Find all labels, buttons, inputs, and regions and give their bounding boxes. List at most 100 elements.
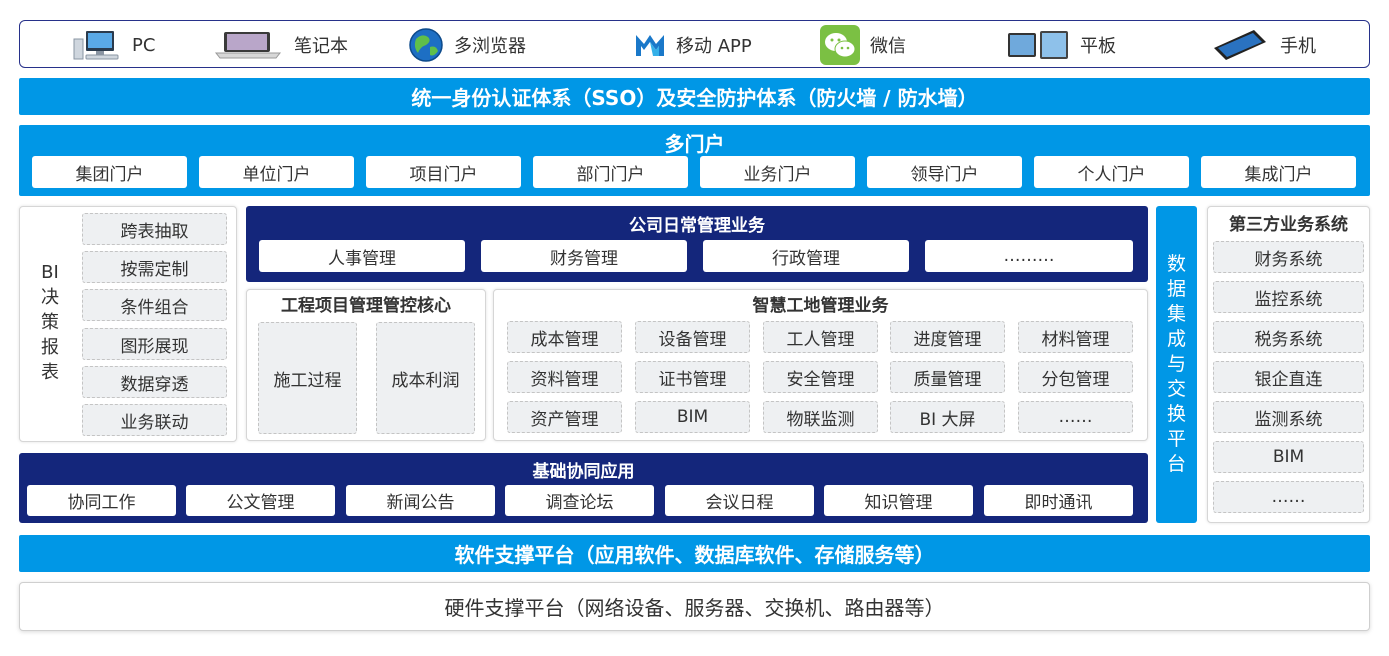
bi-title: BI 决 策 报 表 bbox=[28, 257, 72, 387]
bi-item: 数据穿透 bbox=[82, 366, 227, 398]
basic-collaboration-title: 基础协同应用 bbox=[532, 462, 635, 482]
smart-site-item: 成本管理 bbox=[507, 321, 622, 353]
smart-site-item: 质量管理 bbox=[890, 361, 1005, 393]
smart-site-title: 智慧工地管理业务 bbox=[752, 296, 889, 316]
device-label: 平板 bbox=[1080, 36, 1116, 57]
portal-item: 集团门户 bbox=[32, 156, 187, 188]
data-exchange-char: 数 bbox=[1166, 253, 1186, 275]
device-mobile-app: 移动 APP bbox=[634, 21, 752, 69]
portal-item: 业务门户 bbox=[700, 156, 855, 188]
device-label: 微信 bbox=[870, 36, 906, 57]
data-exchange-char: 台 bbox=[1166, 453, 1186, 475]
smart-site-item: 资料管理 bbox=[507, 361, 622, 393]
bi-title-char: BI bbox=[41, 261, 59, 283]
sso-security-bar: 统一身份认证体系（SSO）及安全防护体系（防火墙 / 防水墙） bbox=[19, 78, 1370, 115]
bi-item: 条件组合 bbox=[82, 289, 227, 321]
bi-title-char: 决 bbox=[41, 286, 59, 308]
bi-title-char: 表 bbox=[41, 361, 59, 383]
bi-report-panel: BI 决 策 报 表 跨表抽取 按需定制 条件组合 图形展现 数据穿透 业务联动 bbox=[19, 206, 237, 442]
device-wechat: 微信 bbox=[820, 21, 906, 69]
device-label: 移动 APP bbox=[676, 36, 752, 57]
device-label: 手机 bbox=[1280, 36, 1316, 57]
data-exchange-char: 成 bbox=[1166, 328, 1186, 350]
smart-site-item: 证书管理 bbox=[635, 361, 750, 393]
portal-item: 集成门户 bbox=[1201, 156, 1356, 188]
smart-site-item: BIM bbox=[635, 401, 750, 433]
hardware-platform-bar: 硬件支撑平台（网络设备、服务器、交换机、路由器等） bbox=[19, 582, 1370, 631]
portals-section: 多门户 集团门户 单位门户 项目门户 部门门户 业务门户 领导门户 个人门户 集… bbox=[19, 125, 1370, 196]
bi-title-char: 策 bbox=[41, 311, 59, 333]
wechat-icon bbox=[820, 25, 860, 65]
portal-item: 领导门户 bbox=[867, 156, 1022, 188]
portal-item: 部门门户 bbox=[533, 156, 688, 188]
portal-item: 单位门户 bbox=[199, 156, 354, 188]
laptop-icon bbox=[212, 30, 284, 60]
basic-item: 协同工作 bbox=[27, 485, 176, 516]
smartphone-icon bbox=[1210, 28, 1270, 62]
third-party-item: 财务系统 bbox=[1213, 241, 1364, 273]
tablet-icon bbox=[1006, 29, 1070, 61]
data-exchange-char: 交 bbox=[1166, 378, 1186, 400]
third-party-item: …… bbox=[1213, 481, 1364, 513]
device-label: 多浏览器 bbox=[454, 36, 526, 57]
smart-site-item: 分包管理 bbox=[1018, 361, 1133, 393]
software-platform-bar: 软件支撑平台（应用软件、数据库软件、存储服务等） bbox=[19, 535, 1370, 572]
daily-item: 行政管理 bbox=[703, 240, 909, 272]
smart-site-item: 资产管理 bbox=[507, 401, 622, 433]
third-party-item: 监控系统 bbox=[1213, 281, 1364, 313]
basic-collaboration-section: 基础协同应用 协同工作 公文管理 新闻公告 调查论坛 会议日程 知识管理 即时通… bbox=[19, 453, 1148, 523]
project-core-title: 工程项目管理管控核心 bbox=[281, 296, 451, 316]
third-party-item: 监测系统 bbox=[1213, 401, 1364, 433]
daily-management-section: 公司日常管理业务 人事管理 财务管理 行政管理 ……… bbox=[246, 206, 1148, 282]
project-item: 施工过程 bbox=[258, 322, 357, 434]
smart-site-item: 材料管理 bbox=[1018, 321, 1133, 353]
desktop-pc-icon bbox=[72, 29, 122, 61]
data-exchange-char: 集 bbox=[1166, 303, 1186, 325]
portal-item: 个人门户 bbox=[1034, 156, 1189, 188]
globe-browser-icon bbox=[408, 27, 444, 63]
bi-item: 图形展现 bbox=[82, 328, 227, 360]
project-core-panel: 工程项目管理管控核心 施工过程 成本利润 bbox=[246, 289, 486, 441]
bi-item: 按需定制 bbox=[82, 251, 227, 283]
data-exchange-char: 与 bbox=[1166, 353, 1186, 375]
device-label: 笔记本 bbox=[294, 36, 348, 57]
smart-site-panel: 智慧工地管理业务 成本管理 设备管理 工人管理 进度管理 材料管理 资料管理 证… bbox=[493, 289, 1148, 441]
daily-item: ……… bbox=[925, 240, 1133, 272]
portal-item: 项目门户 bbox=[366, 156, 521, 188]
basic-item: 即时通讯 bbox=[984, 485, 1133, 516]
basic-item: 会议日程 bbox=[665, 485, 814, 516]
device-laptop: 笔记本 bbox=[212, 21, 348, 69]
third-party-panel: 第三方业务系统 财务系统 监控系统 税务系统 银企直连 监测系统 BIM …… bbox=[1207, 206, 1370, 523]
third-party-item: BIM bbox=[1213, 441, 1364, 473]
mobile-app-logo-icon bbox=[634, 32, 666, 58]
smart-site-item: 安全管理 bbox=[763, 361, 878, 393]
smart-site-item: 进度管理 bbox=[890, 321, 1005, 353]
daily-management-title: 公司日常管理业务 bbox=[629, 216, 765, 236]
data-exchange-char: 平 bbox=[1166, 428, 1186, 450]
data-exchange-platform: 数 据 集 成 与 交 换 平 台 bbox=[1156, 206, 1197, 523]
basic-item: 新闻公告 bbox=[346, 485, 495, 516]
portals-title: 多门户 bbox=[664, 132, 725, 156]
basic-item: 公文管理 bbox=[186, 485, 335, 516]
bi-title-char: 报 bbox=[41, 336, 59, 358]
daily-item: 财务管理 bbox=[481, 240, 687, 272]
data-exchange-char: 换 bbox=[1166, 403, 1186, 425]
bi-item: 业务联动 bbox=[82, 404, 227, 436]
device-browser: 多浏览器 bbox=[408, 21, 526, 69]
daily-item: 人事管理 bbox=[259, 240, 465, 272]
device-tablet: 平板 bbox=[1006, 21, 1116, 69]
third-party-item: 银企直连 bbox=[1213, 361, 1364, 393]
project-item: 成本利润 bbox=[376, 322, 475, 434]
smart-site-item: 设备管理 bbox=[635, 321, 750, 353]
client-devices-bar: PC 笔记本 多浏览器 移动 APP 微信 平板 手机 bbox=[19, 20, 1370, 68]
device-label: PC bbox=[132, 34, 156, 56]
bi-item: 跨表抽取 bbox=[82, 213, 227, 245]
third-party-item: 税务系统 bbox=[1213, 321, 1364, 353]
data-exchange-char: 据 bbox=[1166, 278, 1186, 300]
smart-site-item: 工人管理 bbox=[763, 321, 878, 353]
basic-item: 调查论坛 bbox=[505, 485, 654, 516]
smart-site-item: …… bbox=[1018, 401, 1133, 433]
smart-site-item: BI 大屏 bbox=[890, 401, 1005, 433]
smart-site-item: 物联监测 bbox=[763, 401, 878, 433]
device-phone: 手机 bbox=[1210, 21, 1316, 69]
